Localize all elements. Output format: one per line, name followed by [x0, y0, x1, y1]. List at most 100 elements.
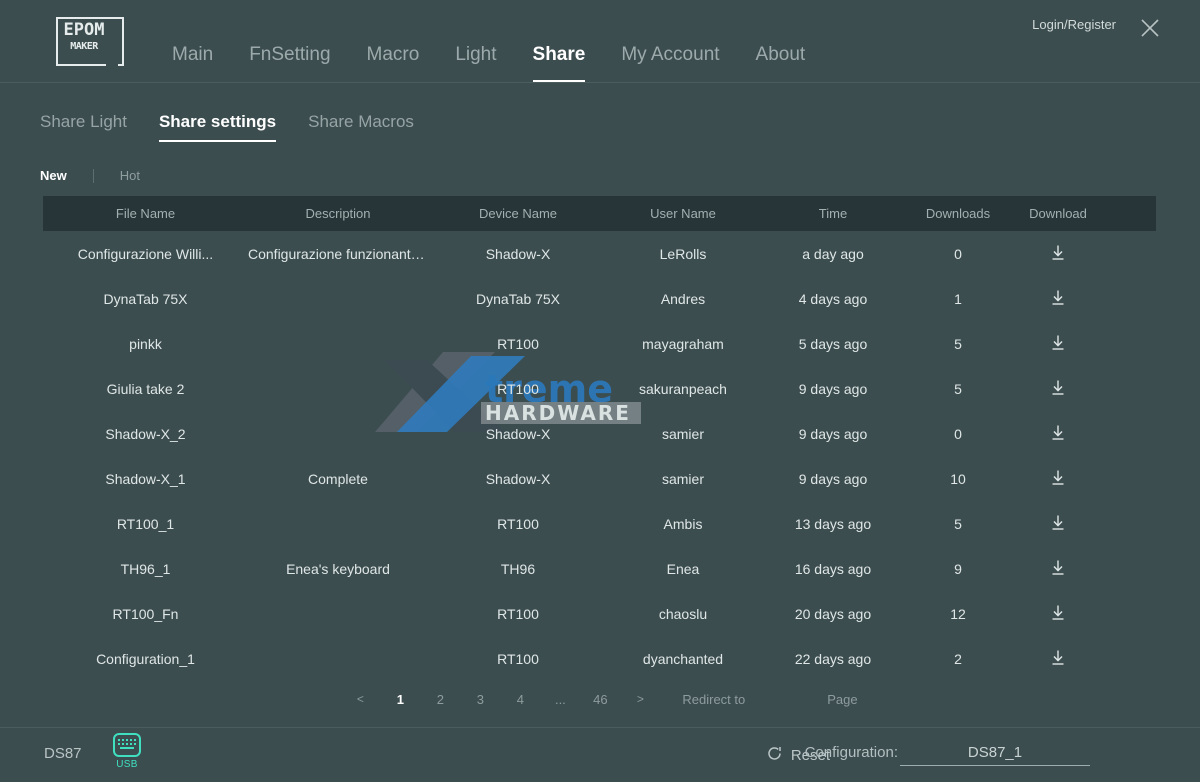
cell-device-name: RT100 [428, 516, 608, 532]
cell-downloads: 0 [908, 426, 1008, 442]
cell-user-name: LeRolls [608, 246, 758, 262]
cell-downloads: 5 [908, 336, 1008, 352]
pagination-page-1[interactable]: 1 [386, 692, 414, 707]
sort-filters: New Hot [40, 168, 140, 183]
cell-device-name: RT100 [428, 336, 608, 352]
cell-download [1008, 647, 1108, 670]
cell-download [1008, 602, 1108, 625]
cell-download [1008, 512, 1108, 535]
download-icon[interactable] [1047, 647, 1069, 669]
cell-device-name: DynaTab 75X [428, 291, 608, 307]
pagination-page-2[interactable]: 2 [426, 692, 454, 707]
cell-file-name: Configurazione Willi... [43, 246, 248, 262]
table-row[interactable]: pinkk RT100 mayagraham 5 days ago 5 [43, 321, 1156, 366]
download-icon[interactable] [1047, 332, 1069, 354]
nav-item-macro[interactable]: Macro [367, 44, 420, 82]
download-icon[interactable] [1047, 377, 1069, 399]
pagination-next[interactable]: > [626, 692, 654, 706]
cell-device-name: Shadow-X [428, 246, 608, 262]
nav-item-light[interactable]: Light [455, 44, 496, 82]
column-header-file-name: File Name [43, 206, 248, 221]
table-row[interactable]: RT100_1 RT100 Ambis 13 days ago 5 [43, 501, 1156, 546]
pagination-page-4[interactable]: 4 [506, 692, 534, 707]
cell-device-name: Shadow-X [428, 426, 608, 442]
table-row[interactable]: TH96_1 Enea's keyboard TH96 Enea 16 days… [43, 546, 1156, 591]
cell-file-name: DynaTab 75X [43, 291, 248, 307]
column-header-description: Description [248, 206, 428, 221]
cell-download [1008, 287, 1108, 310]
nav-item-about[interactable]: About [756, 44, 806, 82]
refresh-icon [766, 745, 783, 766]
nav-item-my-account[interactable]: My Account [621, 44, 719, 82]
table-row[interactable]: Shadow-X_2 Shadow-X samier 9 days ago 0 [43, 411, 1156, 456]
cell-file-name: TH96_1 [43, 561, 248, 577]
cell-downloads: 9 [908, 561, 1008, 577]
cell-downloads: 5 [908, 516, 1008, 532]
nav-item-fnsetting[interactable]: FnSetting [249, 44, 330, 82]
pagination-ellipsis: ... [546, 692, 574, 707]
logo-text-top: EPOM [61, 22, 107, 39]
table-row[interactable]: Giulia take 2 RT100 sakuranpeach 9 days … [43, 366, 1156, 411]
configuration-name-input[interactable] [900, 744, 1090, 766]
download-icon[interactable] [1047, 467, 1069, 489]
cell-user-name: sakuranpeach [608, 381, 758, 397]
connected-device-name: DS87 [44, 745, 82, 762]
cell-time: 20 days ago [758, 606, 908, 622]
filter-hot[interactable]: Hot [120, 168, 140, 183]
close-icon[interactable] [1136, 14, 1164, 42]
login-register-link[interactable]: Login/Register [1032, 17, 1116, 32]
cell-time: a day ago [758, 246, 908, 262]
pagination-page-3[interactable]: 3 [466, 692, 494, 707]
cell-time: 9 days ago [758, 381, 908, 397]
page-label: Page [827, 692, 857, 707]
nav-item-share[interactable]: Share [533, 44, 586, 82]
tab-share-settings[interactable]: Share settings [159, 112, 276, 142]
cell-time: 4 days ago [758, 291, 908, 307]
table-body: Configurazione Willi... Configurazione f… [43, 231, 1156, 681]
cell-device-name: TH96 [428, 561, 608, 577]
nav-item-main[interactable]: Main [172, 44, 213, 82]
download-icon[interactable] [1047, 602, 1069, 624]
cell-description: Configurazione funzionante c... [248, 246, 428, 262]
table-row[interactable]: RT100_Fn RT100 chaoslu 20 days ago 12 [43, 591, 1156, 636]
filter-new[interactable]: New [40, 168, 67, 183]
pagination-page-46[interactable]: 46 [586, 692, 614, 707]
table-row[interactable]: DynaTab 75X DynaTab 75X Andres 4 days ag… [43, 276, 1156, 321]
logo-text: EPOM MAKER [61, 22, 107, 52]
table-row[interactable]: Shadow-X_1 Complete Shadow-X samier 9 da… [43, 456, 1156, 501]
cell-downloads: 12 [908, 606, 1008, 622]
device-connection-indicator[interactable]: USB [110, 733, 144, 770]
table-row[interactable]: Configuration_1 RT100 dyanchanted 22 day… [43, 636, 1156, 681]
cell-download [1008, 377, 1108, 400]
table-header-row: File Name Description Device Name User N… [43, 196, 1156, 231]
cell-file-name: RT100_Fn [43, 606, 248, 622]
cell-time: 16 days ago [758, 561, 908, 577]
pagination: < 1 2 3 4 ... 46 > Redirect to Page [0, 688, 1200, 710]
cell-file-name: RT100_1 [43, 516, 248, 532]
download-icon[interactable] [1047, 242, 1069, 264]
download-icon[interactable] [1047, 557, 1069, 579]
tab-share-light[interactable]: Share Light [40, 112, 127, 142]
table-row[interactable]: Configurazione Willi... Configurazione f… [43, 231, 1156, 276]
connection-type-label: USB [110, 759, 144, 770]
cell-device-name: RT100 [428, 651, 608, 667]
share-subtabs: Share Light Share settings Share Macros [40, 112, 446, 142]
tab-share-macros[interactable]: Share Macros [308, 112, 414, 142]
cell-file-name: Shadow-X_1 [43, 471, 248, 487]
download-icon[interactable] [1047, 287, 1069, 309]
epomaker-logo: EPOM MAKER [56, 17, 126, 67]
download-icon[interactable] [1047, 422, 1069, 444]
redirect-page-input[interactable] [747, 688, 805, 710]
cell-description: Complete [248, 471, 428, 487]
cell-file-name: Configuration_1 [43, 651, 248, 667]
shared-configs-table: File Name Description Device Name User N… [43, 196, 1156, 681]
cell-user-name: dyanchanted [608, 651, 758, 667]
column-header-time: Time [758, 206, 908, 221]
cell-time: 9 days ago [758, 471, 908, 487]
filter-divider [93, 169, 94, 183]
download-icon[interactable] [1047, 512, 1069, 534]
cell-download [1008, 242, 1108, 265]
pagination-prev[interactable]: < [346, 692, 374, 706]
cell-downloads: 0 [908, 246, 1008, 262]
cell-user-name: chaoslu [608, 606, 758, 622]
